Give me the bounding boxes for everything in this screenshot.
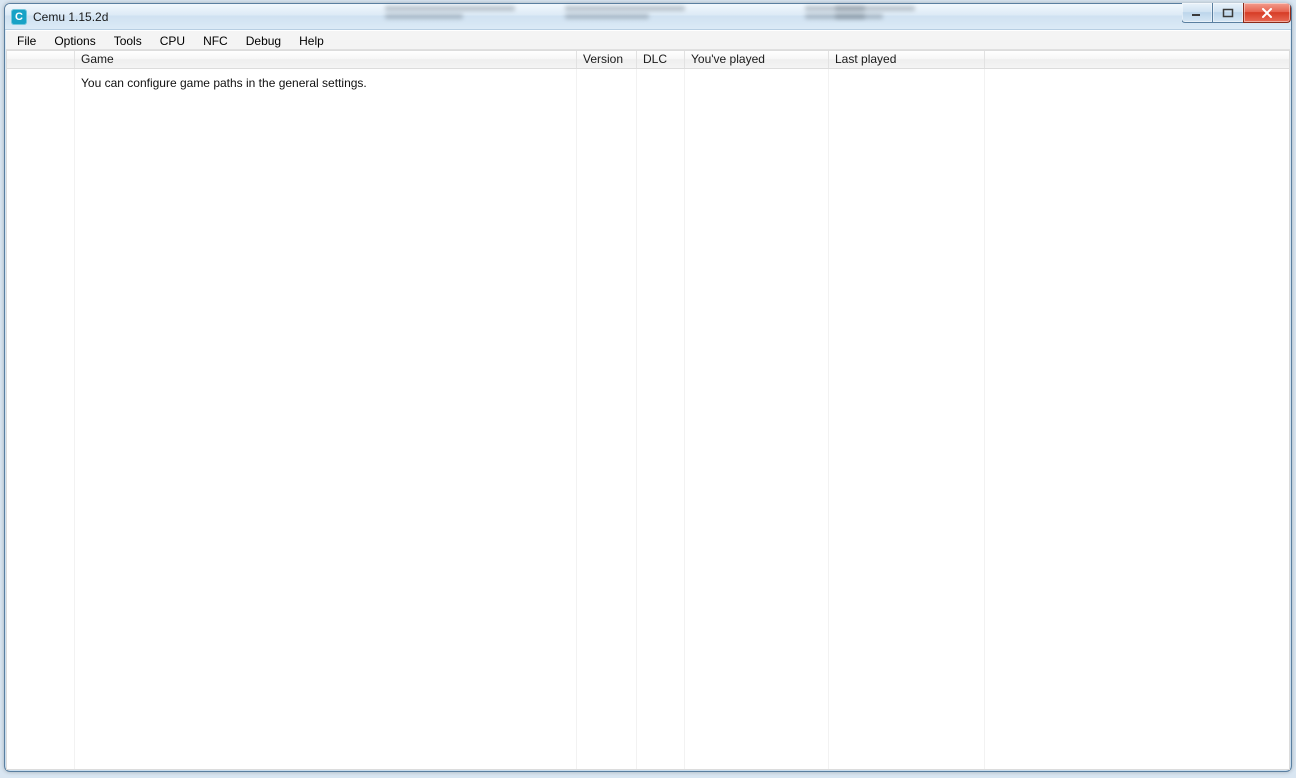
close-button[interactable] — [1243, 3, 1291, 23]
menubar: File Options Tools CPU NFC Debug Help — [6, 30, 1290, 50]
menu-nfc[interactable]: NFC — [194, 31, 237, 49]
menu-tools[interactable]: Tools — [105, 31, 151, 49]
column-header-dlc[interactable]: DLC — [637, 51, 685, 68]
app-icon: C — [11, 9, 27, 25]
menu-debug[interactable]: Debug — [237, 31, 290, 49]
background-blur — [835, 3, 915, 29]
menu-help[interactable]: Help — [290, 31, 333, 49]
game-list-panel: Game Version DLC You've played Last play… — [6, 50, 1290, 770]
background-blur — [385, 3, 515, 29]
background-blur — [565, 3, 685, 29]
maximize-button[interactable] — [1212, 3, 1244, 23]
menu-options[interactable]: Options — [45, 31, 104, 49]
column-header-version[interactable]: Version — [577, 51, 637, 68]
window-title: Cemu 1.15.2d — [33, 10, 108, 24]
grid-lines — [7, 69, 1289, 769]
titlebar[interactable]: C Cemu 1.15.2d — [5, 4, 1291, 30]
menu-file[interactable]: File — [8, 31, 45, 49]
column-header-icon[interactable] — [7, 51, 75, 68]
column-header-spacer[interactable] — [985, 51, 1289, 68]
minimize-button[interactable] — [1182, 3, 1213, 23]
empty-list-hint: You can configure game paths in the gene… — [81, 76, 367, 90]
app-window: C Cemu 1.15.2d File Options Tools CPU NF… — [4, 3, 1292, 772]
column-header-game[interactable]: Game — [75, 51, 577, 68]
background-blur — [805, 3, 865, 29]
column-header-last[interactable]: Last played — [829, 51, 985, 68]
list-header: Game Version DLC You've played Last play… — [7, 51, 1289, 69]
column-header-played[interactable]: You've played — [685, 51, 829, 68]
list-body[interactable]: You can configure game paths in the gene… — [7, 69, 1289, 769]
window-controls — [1182, 3, 1291, 23]
menu-cpu[interactable]: CPU — [151, 31, 194, 49]
